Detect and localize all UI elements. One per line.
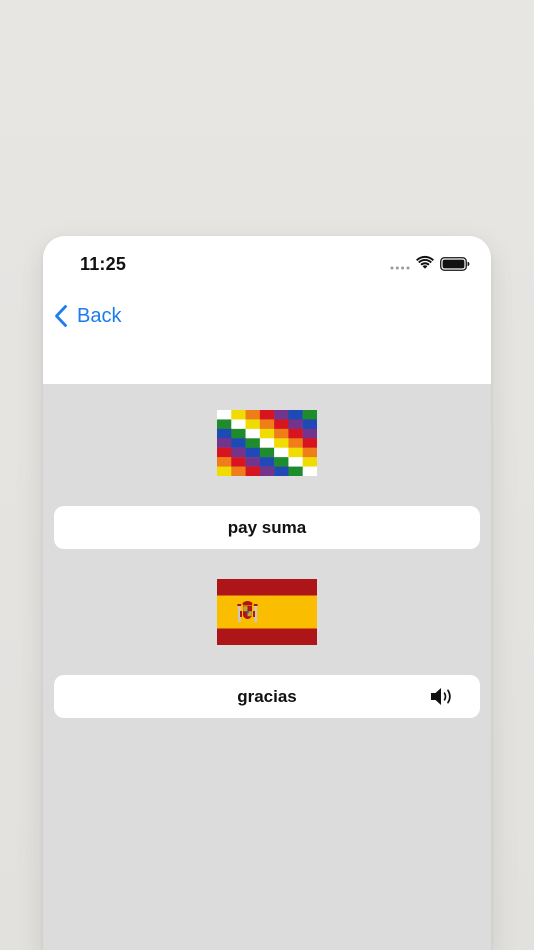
phone-screen: 11:25 Back pay suma gracias xyxy=(43,236,491,950)
battery-icon xyxy=(440,257,470,271)
status-time: 11:25 xyxy=(80,254,127,274)
speaker-icon[interactable] xyxy=(430,686,456,707)
wiphala-cell xyxy=(259,457,275,467)
wiphala-cell xyxy=(217,410,232,420)
wiphala-cell xyxy=(288,466,303,476)
wiphala-cell xyxy=(302,410,317,420)
wiphala-cell xyxy=(302,438,317,448)
wiphala-cell xyxy=(231,447,246,458)
wiphala-cell xyxy=(259,466,275,476)
wiphala-cell xyxy=(259,447,275,458)
wiphala-cell xyxy=(231,466,246,476)
wiphala-cell xyxy=(274,457,289,467)
phrase-content: pay suma gracias xyxy=(43,384,491,950)
phrase-text: pay suma xyxy=(227,517,307,537)
wifi-icon xyxy=(416,255,434,269)
wiphala-cell xyxy=(259,419,275,430)
wiphala-cell xyxy=(245,438,261,448)
wiphala-cell xyxy=(288,447,303,458)
phrase-text: gracias xyxy=(237,686,297,706)
wiphala-cell xyxy=(288,428,303,439)
wiphala-cell xyxy=(288,410,303,420)
wiphala-cell xyxy=(274,410,289,420)
wiphala-cell xyxy=(231,438,246,448)
wiphala-cell xyxy=(288,438,303,448)
wiphala-cell xyxy=(259,438,275,448)
wiphala-cell xyxy=(231,419,246,430)
wiphala-cell xyxy=(288,457,303,467)
wiphala-cell xyxy=(231,457,246,467)
wiphala-cell xyxy=(217,466,232,476)
wiphala-cell xyxy=(274,428,289,439)
wiphala-cell xyxy=(274,447,289,458)
wiphala-cell xyxy=(245,410,261,420)
wiphala-cell xyxy=(245,466,261,476)
wiphala-cell xyxy=(259,428,275,439)
chevron-left-icon xyxy=(55,305,67,327)
wiphala-cell xyxy=(274,466,289,476)
spain-coat-of-arms xyxy=(237,601,258,622)
wiphala-cell xyxy=(217,447,232,458)
phrase-card[interactable]: gracias xyxy=(54,675,480,718)
wiphala-cell xyxy=(302,419,317,430)
spain-flag xyxy=(217,579,317,645)
wiphala-cell xyxy=(302,428,317,439)
wiphala-cell xyxy=(217,457,232,467)
wiphala-flag xyxy=(217,410,317,476)
back-label: Back xyxy=(77,304,122,327)
phrase-card[interactable]: pay suma xyxy=(54,506,480,549)
wiphala-cell xyxy=(245,419,261,430)
wiphala-cell xyxy=(217,438,232,448)
cellular-signal-icon xyxy=(390,266,410,270)
wiphala-cell xyxy=(288,419,303,430)
status-bar: 11:25 xyxy=(43,236,491,292)
wiphala-cell xyxy=(302,447,317,458)
wiphala-cell xyxy=(245,447,261,458)
wiphala-cell xyxy=(245,428,261,439)
wiphala-cell xyxy=(231,410,246,420)
back-button[interactable]: Back xyxy=(53,302,121,330)
wiphala-cell xyxy=(302,466,317,476)
wiphala-cell xyxy=(217,419,232,430)
wiphala-cell xyxy=(302,457,317,467)
wiphala-cell xyxy=(231,428,246,439)
wiphala-cell xyxy=(217,428,232,439)
wiphala-cell xyxy=(259,410,275,420)
wiphala-cell xyxy=(245,457,261,467)
wiphala-cell xyxy=(274,438,289,448)
wiphala-cell xyxy=(274,419,289,430)
navigation-header: 11:25 Back xyxy=(43,236,491,384)
